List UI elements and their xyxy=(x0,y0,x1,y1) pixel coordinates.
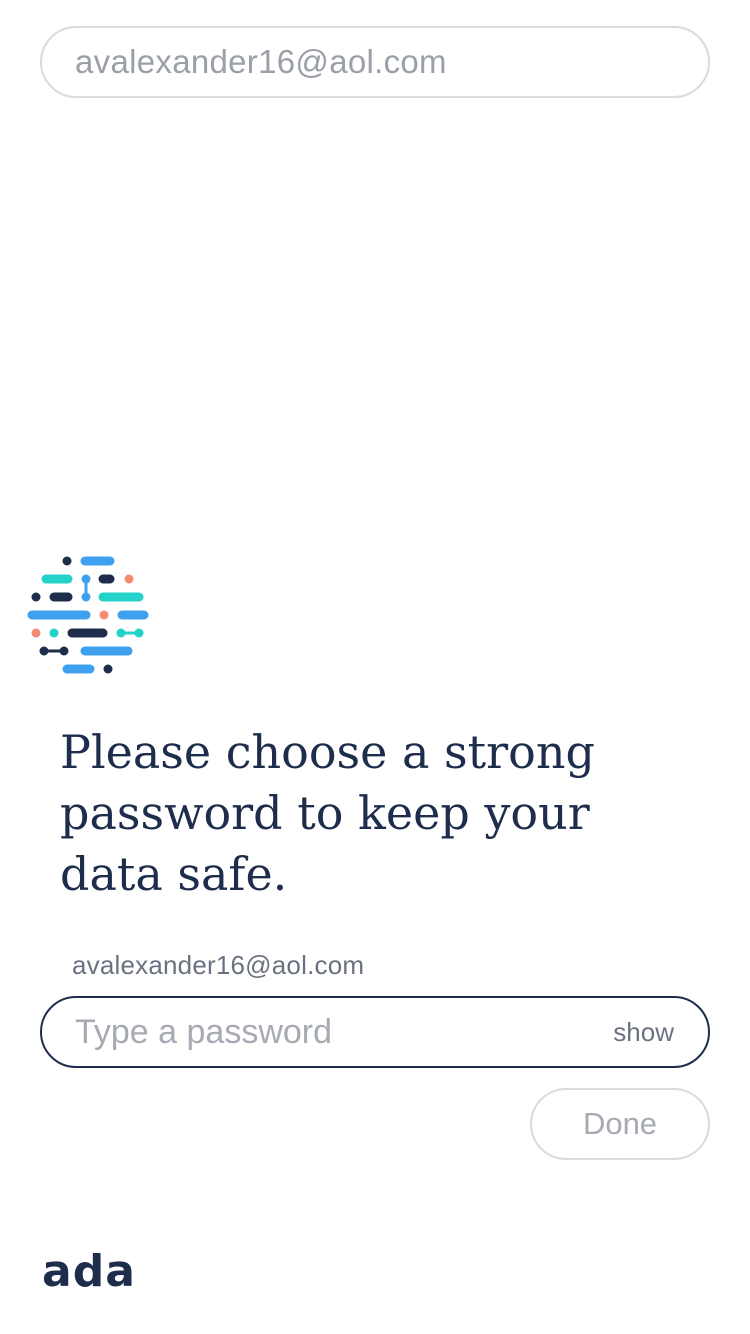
signup-password-screen: avalexander16@aol.com Please choose a st… xyxy=(0,0,750,1334)
account-email-label: avalexander16@aol.com xyxy=(72,950,365,980)
done-button[interactable]: Done xyxy=(530,1088,710,1160)
password-field[interactable]: show xyxy=(40,996,710,1068)
email-input-value: avalexander16@aol.com xyxy=(75,43,447,80)
password-input[interactable] xyxy=(75,1012,602,1052)
ada-dots-icon xyxy=(27,556,149,674)
page-title: Please choose a strong password to keep … xyxy=(60,725,595,901)
email-input[interactable]: avalexander16@aol.com xyxy=(40,26,710,98)
show-password-toggle[interactable]: show xyxy=(613,1017,674,1048)
ada-logo: ada xyxy=(42,1246,136,1297)
